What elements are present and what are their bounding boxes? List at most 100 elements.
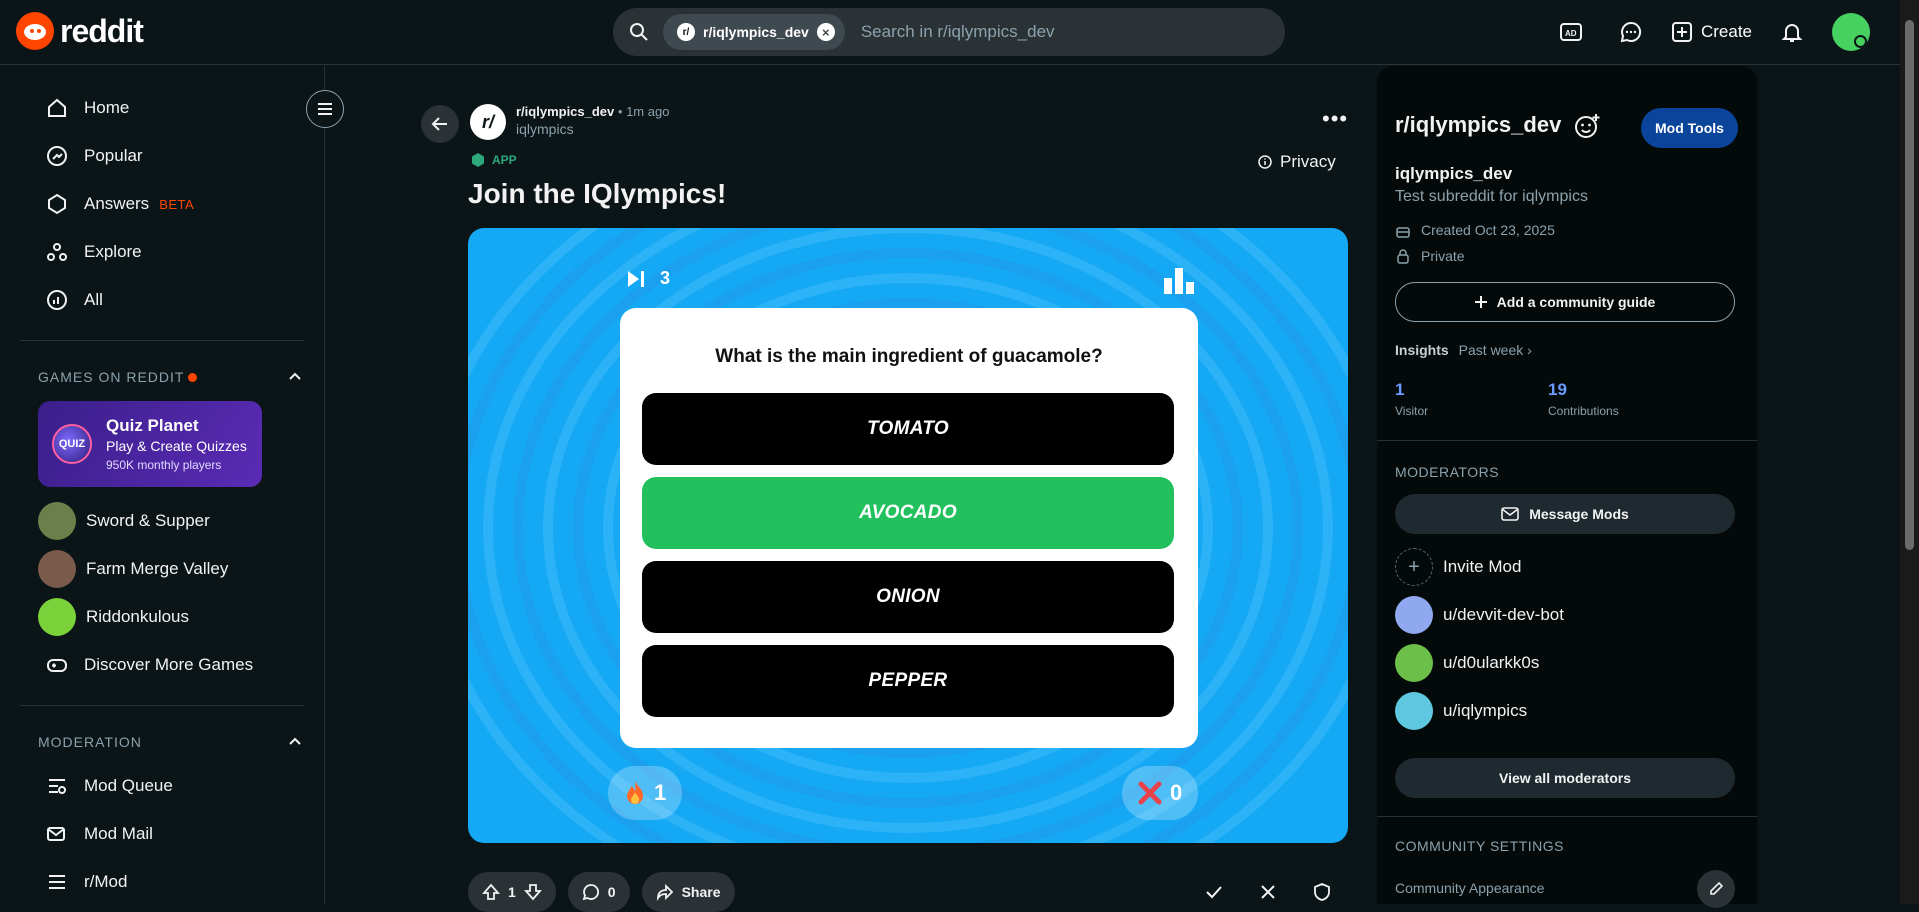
nav-label: Mod Queue [84,776,173,795]
share-button[interactable]: Share [641,872,735,912]
moderation-section-header[interactable]: MODERATION [0,722,324,762]
streak-count: 1 [654,780,667,805]
upvote-icon[interactable] [482,883,500,901]
subreddit-link[interactable]: r/iqlympics_dev [516,104,614,119]
page-scrollbar[interactable] [1900,0,1919,904]
clear-scope-icon[interactable]: × [816,23,835,41]
nav-all[interactable]: All [0,276,324,324]
quiz-subtitle: Play & Create Quizzes [106,438,247,454]
nav-label: Answers [84,194,150,213]
bell-icon[interactable] [1772,12,1812,52]
sidebar-toggle-button[interactable] [306,90,344,128]
mod-queue[interactable]: Mod Queue [0,762,324,810]
logo-text: reddit [60,12,144,49]
popular-icon [47,146,67,166]
cake-icon [1396,227,1410,238]
create-button[interactable]: Create [1671,21,1752,43]
list-icon [49,875,65,889]
comments-button[interactable]: 0 [567,872,630,912]
answer-option-onion[interactable]: ONION [642,561,1174,633]
hamburger-icon [318,103,332,115]
add-community-guide-button[interactable]: Add a community guide [1395,282,1735,322]
game-sword-supper[interactable]: Sword & Supper [0,497,324,545]
gamepad-icon [47,659,67,672]
remove-icon[interactable] [1248,872,1288,912]
discover-more-games[interactable]: Discover More Games [0,641,324,689]
skip-count: 3 [660,268,671,288]
skip-counter[interactable]: 3 [626,268,670,289]
nav-label: All [84,290,103,309]
mail-icon [47,827,65,841]
approve-icon[interactable] [1194,872,1234,912]
view-all-moderators-button[interactable]: View all moderators [1395,758,1735,798]
lock-icon [1397,249,1409,264]
game-avatar [38,550,76,588]
comment-count: 0 [607,884,616,900]
leaderboard-icon[interactable] [1164,268,1194,294]
mod-mail[interactable]: Mod Mail [0,810,324,858]
insights-period[interactable]: Past week › [1459,342,1532,358]
vote-control: 1 [468,872,556,912]
explore-icon [47,243,67,261]
flame-icon [627,781,643,804]
downvote-icon[interactable] [523,883,542,901]
visitors-stat: 1 Visitor [1395,380,1428,418]
game-riddonkulous[interactable]: Riddonkulous [0,593,324,641]
community-sidebar: r/iqlympics_dev Mod Tools iqlympics_dev … [1377,66,1757,908]
quiz-planet-card[interactable]: QUIZ Quiz Planet Play & Create Quizzes 9… [38,401,262,487]
community-title[interactable]: r/iqlympics_dev [1395,112,1561,138]
privacy-button[interactable]: Privacy [1258,152,1336,172]
r-mod[interactable]: r/Mod [0,858,324,906]
post-author[interactable]: iqlympics [516,121,669,137]
chat-icon[interactable] [1611,12,1651,52]
community-description: Test subreddit for iqlympics [1395,188,1588,205]
game-farm-merge-valley[interactable]: Farm Merge Valley [0,545,324,593]
moderator-item[interactable]: u/devvit-dev-bot [1395,596,1564,634]
answer-option-tomato[interactable]: TOMATO [642,393,1174,465]
shield-icon[interactable] [1302,872,1342,912]
games-section-header[interactable]: GAMES ON REDDIT [0,357,324,397]
search-input[interactable]: Search in r/iqlympics_dev [861,22,1055,42]
visitors-value: 1 [1395,380,1405,399]
quiz-title: Quiz Planet [106,416,199,435]
nav-label: Home [84,98,130,117]
scrollbar-thumb[interactable] [1905,20,1914,550]
message-mods-button[interactable]: Message Mods [1395,494,1735,534]
nav-answers[interactable]: Answers BETA [0,180,324,228]
back-button[interactable] [421,105,459,143]
user-avatar[interactable] [1832,13,1870,51]
nav-label: Mod Mail [84,824,153,843]
add-emoji-icon[interactable] [1573,112,1601,140]
svg-text:AD: AD [1565,29,1577,38]
moderator-item[interactable]: u/iqlympics [1395,692,1527,730]
game-label: Farm Merge Valley [86,559,229,578]
nav-popular[interactable]: Popular [0,132,324,180]
chevron-up-icon [289,737,301,745]
search-bar[interactable]: r/ r/iqlympics_dev × Search in r/iqlympi… [613,8,1285,56]
ads-icon[interactable]: AD [1551,12,1591,52]
answer-option-pepper[interactable]: PEPPER [642,645,1174,717]
share-icon [656,883,673,901]
arrow-left-icon [431,117,447,131]
privacy-row: Private [1395,248,1465,264]
mail-icon [1501,507,1520,521]
moderator-item[interactable]: u/d0ularkk0s [1395,644,1539,682]
edit-icon[interactable] [1697,870,1735,908]
mod-tools-button[interactable]: Mod Tools [1641,108,1738,148]
more-options-icon[interactable]: ••• [1322,106,1348,132]
answer-option-avocado[interactable]: AVOCADO [642,477,1174,549]
contributions-value: 19 [1548,380,1567,399]
nav-explore[interactable]: Explore [0,228,324,276]
contributions-stat: 19 Contributions [1548,380,1619,418]
skip-icon [628,270,644,287]
community-appearance-label: Community Appearance [1395,880,1545,896]
subreddit-icon: r/ [677,23,695,41]
search-scope-chip[interactable]: r/ r/iqlympics_dev × [663,14,845,50]
invite-mod-button[interactable]: + Invite Mod [1395,548,1521,586]
app-badge-label: APP [492,153,517,167]
subreddit-avatar[interactable]: r/ [470,104,506,140]
nav-home[interactable]: Home [0,84,324,132]
wrong-counter: 0 [1122,766,1199,820]
reddit-logo[interactable]: reddit [16,12,144,50]
plus-icon [1671,22,1692,42]
